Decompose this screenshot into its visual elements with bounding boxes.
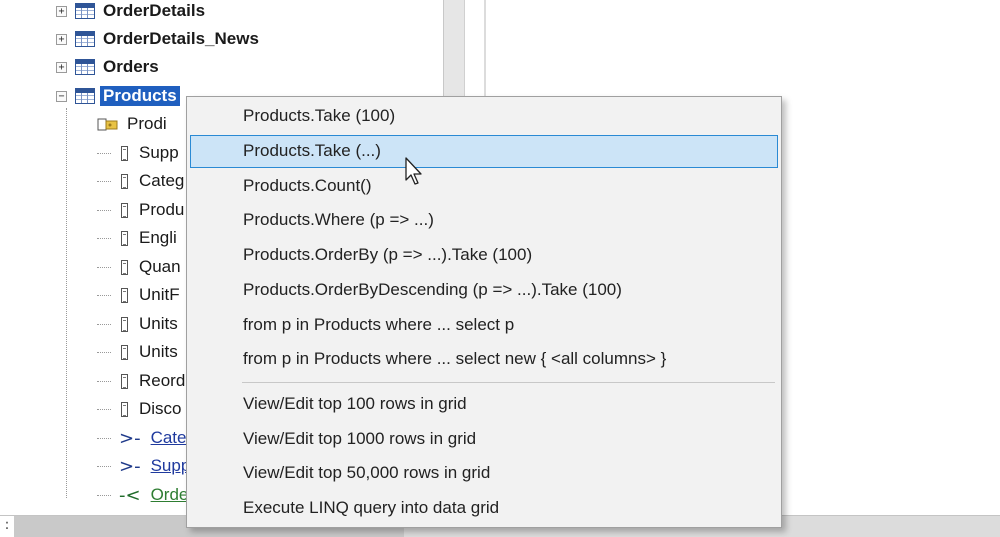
table-name: OrderDetails_News	[103, 29, 259, 48]
table-icon	[75, 3, 95, 19]
many-to-one-relation-icon: >-	[119, 427, 141, 449]
expand-icon[interactable]: +	[56, 33, 67, 45]
table-icon	[75, 59, 95, 75]
tree-item-column[interactable]: Units	[97, 311, 178, 337]
column-icon	[121, 173, 128, 189]
collapse-icon[interactable]: −	[56, 90, 67, 102]
tree-node-products[interactable]: − Products	[56, 84, 180, 108]
column-label: Reord	[139, 371, 186, 390]
menu-item-execute-linq-grid[interactable]: Execute LINQ query into data grid	[190, 492, 778, 525]
menu-item-grid-1000[interactable]: View/Edit top 1000 rows in grid	[190, 423, 778, 456]
tree-item-column[interactable]: Engli	[97, 225, 177, 251]
many-to-one-relation-icon: >-	[119, 455, 141, 477]
column-label: Units	[139, 342, 178, 361]
menu-item-where[interactable]: Products.Where (p => ...)	[190, 204, 778, 237]
menu-item-count[interactable]: Products.Count()	[190, 170, 778, 203]
tree-item-column[interactable]: Disco	[97, 396, 182, 422]
column-label: Quan	[139, 257, 181, 276]
column-icon	[121, 316, 128, 332]
menu-item-take-custom[interactable]: Products.Take (...)	[190, 135, 778, 168]
tree-item-parent-relation[interactable]: >- Supp	[97, 453, 190, 479]
tree-connector	[97, 152, 111, 154]
tree-connector	[97, 494, 111, 496]
tree-item-column[interactable]: Supp	[97, 140, 179, 166]
column-label: Disco	[139, 399, 182, 418]
tree-item-column[interactable]: Produ	[97, 197, 184, 223]
context-menu[interactable]: Products.Take (100) Products.Take (...) …	[186, 96, 782, 528]
column-label: Prodi	[127, 114, 167, 133]
menu-item-grid-100[interactable]: View/Edit top 100 rows in grid	[190, 388, 778, 421]
tree-connector	[97, 180, 111, 182]
column-icon	[121, 230, 128, 246]
tree-connector	[97, 465, 111, 467]
column-icon	[121, 259, 128, 275]
tree-item-column[interactable]: Quan	[97, 254, 181, 280]
menu-item-query-select[interactable]: from p in Products where ... select p	[190, 309, 778, 342]
tree-connector	[97, 408, 111, 410]
column-icon	[121, 287, 128, 303]
column-icon	[121, 145, 128, 161]
table-icon	[75, 88, 95, 104]
tree-connector	[97, 266, 111, 268]
tree-item-column[interactable]: Units	[97, 339, 178, 365]
tree-connector	[97, 237, 111, 239]
menu-separator	[242, 382, 775, 383]
column-label: UnitF	[139, 285, 180, 304]
tree-connector	[97, 380, 111, 382]
column-label: Engli	[139, 228, 177, 247]
menu-item-query-select-new[interactable]: from p in Products where ... select new …	[190, 343, 778, 376]
key-column-icon	[97, 117, 119, 132]
menu-item-grid-50000[interactable]: View/Edit top 50,000 rows in grid	[190, 457, 778, 490]
menu-item-orderby[interactable]: Products.OrderBy (p => ...).Take (100)	[190, 239, 778, 272]
tree-node-orderdetails-news[interactable]: + OrderDetails_News	[56, 27, 259, 51]
one-to-many-relation-icon: -<	[119, 484, 141, 506]
relation-link[interactable]: Supp	[151, 456, 191, 476]
tree-connector	[97, 323, 111, 325]
tree-connector	[97, 437, 111, 439]
tree-item-column[interactable]: Reord	[97, 368, 185, 394]
status-text: :	[0, 516, 14, 537]
tree-item-parent-relation[interactable]: >- Categ	[97, 425, 196, 451]
table-name: OrderDetails	[103, 1, 206, 20]
table-name: Orders	[103, 57, 159, 76]
tree-connector	[97, 209, 111, 211]
tree-connector	[97, 351, 111, 353]
column-label: Units	[139, 314, 178, 333]
tree-node-orderdetails[interactable]: + OrderDetails	[56, 0, 205, 23]
column-icon	[121, 373, 128, 389]
relation-link[interactable]: Orde	[151, 485, 189, 505]
expand-icon[interactable]: +	[56, 61, 67, 73]
mouse-pointer-icon	[405, 157, 425, 187]
tree-item-column[interactable]: UnitF	[97, 282, 180, 308]
tree-item-column[interactable]: Categ	[97, 168, 184, 194]
column-label: Categ	[139, 171, 185, 190]
column-label: Supp	[139, 143, 179, 162]
column-label: Produ	[139, 200, 185, 219]
table-name: Products	[100, 86, 180, 106]
expand-icon[interactable]: +	[56, 5, 67, 17]
column-icon	[121, 202, 128, 218]
tree-item-key-column[interactable]: Prodi	[97, 111, 167, 137]
menu-item-orderby-descending[interactable]: Products.OrderByDescending (p => ...).Ta…	[190, 274, 778, 307]
column-icon	[121, 401, 128, 417]
tree-item-child-relation[interactable]: -< Orde	[97, 482, 188, 508]
table-icon	[75, 31, 95, 47]
tree-connector	[97, 294, 111, 296]
menu-item-take-100[interactable]: Products.Take (100)	[190, 100, 778, 133]
column-icon	[121, 344, 128, 360]
tree-guide-line	[66, 108, 67, 498]
tree-node-orders[interactable]: + Orders	[56, 55, 159, 79]
